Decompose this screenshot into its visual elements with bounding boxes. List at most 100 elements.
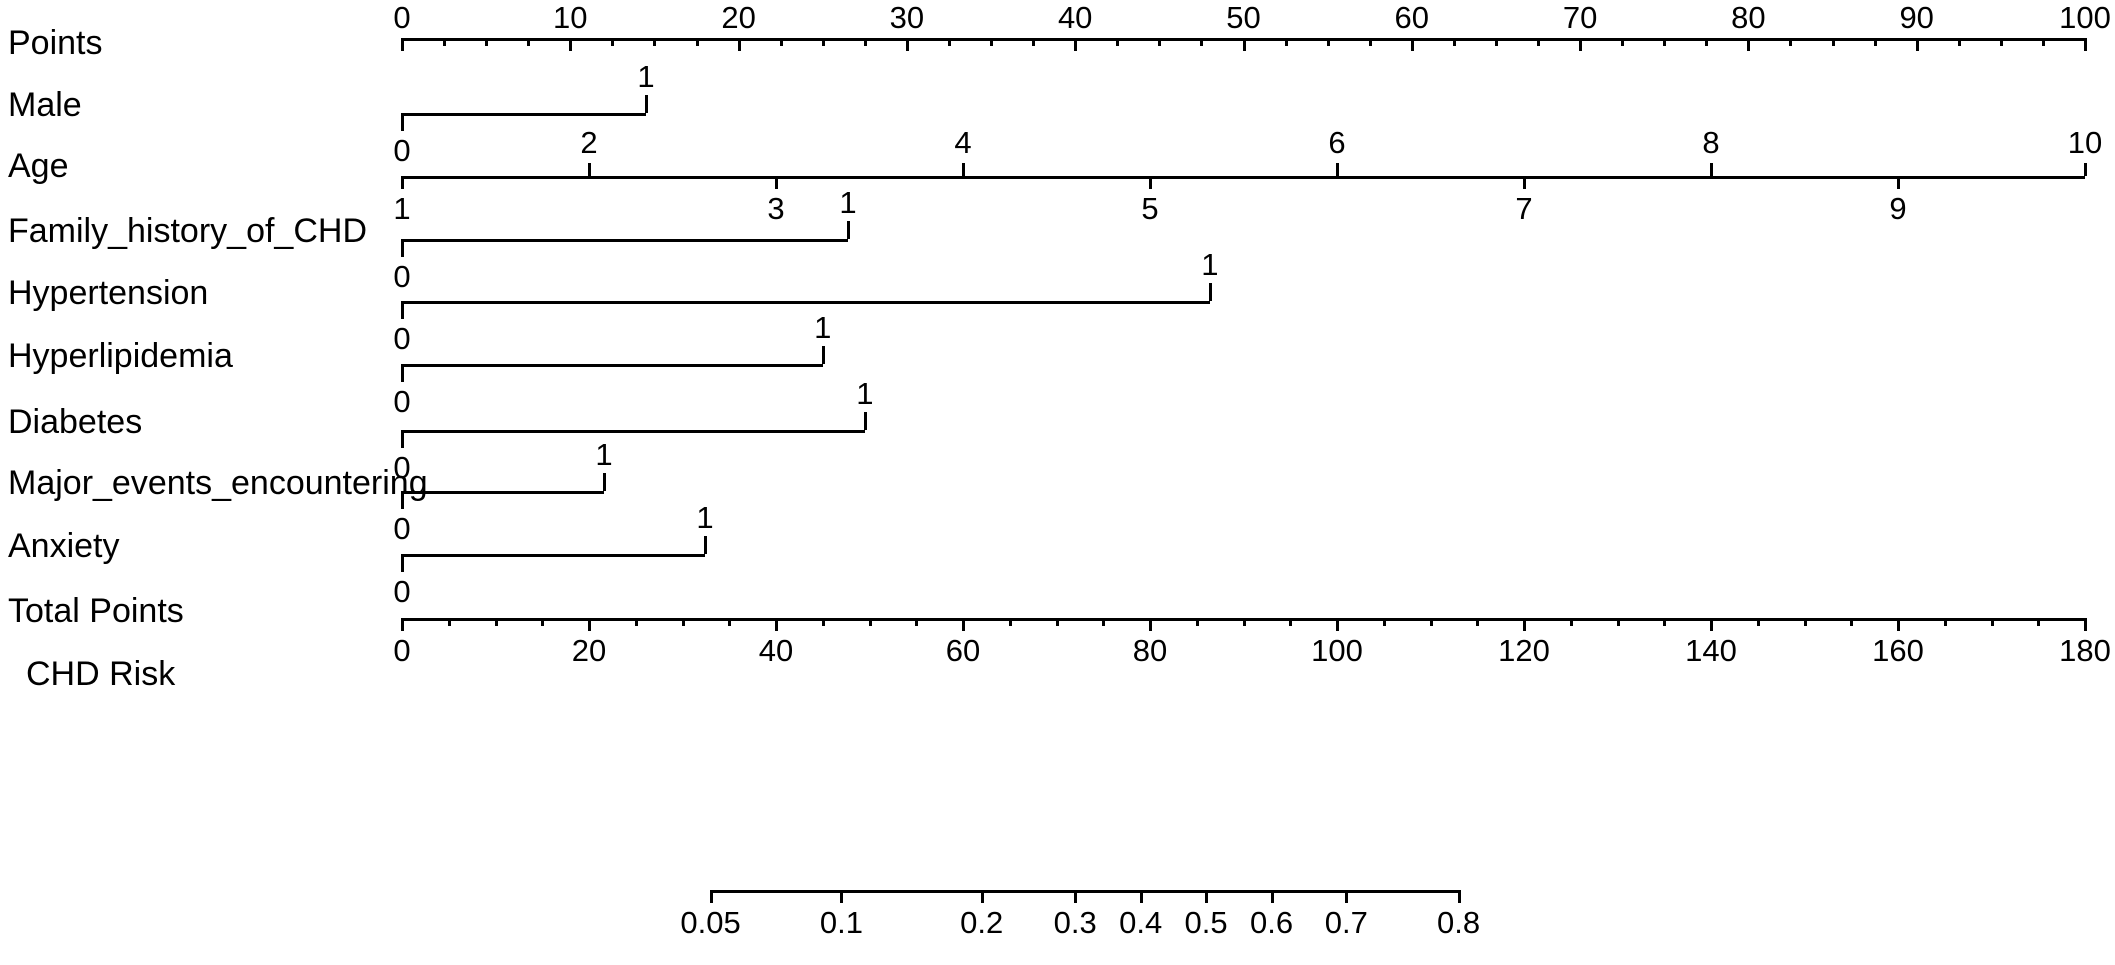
age-axis-tick-label-bottom: 9 [1889, 191, 1907, 226]
bracket-line-diabetes [402, 430, 865, 433]
points-axis-minor-tick [611, 38, 615, 46]
total-points-tick-label: 80 [1132, 633, 1168, 668]
total-points-major-tick [2084, 618, 2087, 631]
bracket-stem-level0 [401, 113, 404, 131]
bin-level-label-0: 0 [393, 321, 411, 356]
total-points-major-tick [775, 618, 778, 631]
points-axis-major-tick [2084, 38, 2087, 51]
bracket-line-major-events-encountering [402, 491, 604, 494]
bracket-stem-level1 [703, 536, 707, 554]
points-axis-minor-tick [1957, 38, 1961, 46]
total-points-minor-tick [1242, 618, 1246, 626]
total-points-minor-tick [1569, 618, 1573, 626]
points-axis-minor-tick [2041, 38, 2045, 46]
points-axis-minor-tick [653, 38, 657, 46]
total-points-minor-tick [681, 618, 685, 626]
points-axis-minor-tick [1789, 38, 1793, 46]
total-points-minor-tick [447, 618, 451, 626]
age-axis-tick-label-bottom: 1 [393, 191, 411, 226]
row-label-male: Male [8, 86, 82, 124]
points-axis-minor-tick [1158, 38, 1162, 46]
total-points-major-tick [962, 618, 965, 631]
total-points-minor-tick [2037, 618, 2041, 626]
total-points-tick-label: 140 [1685, 633, 1737, 668]
total-points-minor-tick [1476, 618, 1480, 626]
chd-risk-tick-label: 0.6 [1249, 905, 1294, 940]
total-points-minor-tick [1382, 618, 1386, 626]
chd-risk-tick-label: 0.05 [680, 905, 741, 940]
total-points-minor-tick [821, 618, 825, 626]
points-axis-minor-tick [1116, 38, 1120, 46]
total-points-minor-tick [1990, 618, 1994, 626]
points-axis-minor-tick [821, 38, 825, 46]
chd-risk-tick-label: 0.4 [1119, 905, 1163, 940]
total-points-tick-label: 40 [758, 633, 794, 668]
row-label-chd-risk: CHD Risk [26, 655, 176, 693]
total-points-minor-tick [494, 618, 498, 626]
total-points-major-tick [1523, 618, 1526, 631]
chd-risk-tick-label: 0.2 [960, 905, 1004, 940]
chd-risk-tick [980, 890, 984, 903]
total-points-tick-label: 120 [1498, 633, 1550, 668]
bracket-line-hypertension [402, 301, 1210, 304]
age-axis-tick-label-bottom: 5 [1141, 191, 1159, 226]
bracket-stem-level0 [401, 239, 404, 257]
total-points-tick-label: 0 [393, 633, 411, 668]
age-axis-tick-bottom [775, 176, 778, 189]
bracket-stem-level1 [1208, 283, 1212, 301]
points-axis-minor-tick [1873, 38, 1877, 46]
points-axis-tick-label: 20 [721, 0, 756, 35]
total-points-minor-tick [1055, 618, 1059, 626]
points-axis-minor-tick [947, 38, 951, 46]
bracket-stem-level1 [846, 221, 850, 239]
age-axis-tick-label-top: 4 [954, 125, 972, 160]
age-axis-tick-bottom [401, 176, 404, 189]
points-axis-minor-tick [1663, 38, 1667, 46]
points-axis-minor-tick [1368, 38, 1372, 46]
chd-risk-tick [1457, 890, 1461, 903]
total-points-minor-tick [1943, 618, 1947, 626]
total-points-minor-tick [1195, 618, 1199, 626]
points-axis-major-tick [737, 38, 741, 51]
bracket-stem-level0 [401, 364, 404, 382]
total-points-minor-tick [1756, 618, 1760, 626]
total-points-tick-label: 60 [945, 633, 981, 668]
total-points-minor-tick [915, 618, 919, 626]
total-points-major-tick [1149, 618, 1152, 631]
points-axis-tick-label: 30 [889, 0, 925, 35]
bin-level-label-0: 0 [393, 384, 411, 419]
points-axis-minor-tick [779, 38, 783, 46]
points-axis-major-tick [1074, 38, 1078, 51]
nomogram-figure: Points 0 10 20 30 40 50 60 70 80 90 100 Male 1 0 Age 1 3 5… [0, 0, 2115, 965]
points-axis-major-tick [905, 38, 909, 51]
points-axis-tick-label: 10 [553, 0, 588, 35]
chd-risk-tick [840, 890, 844, 903]
points-axis-minor-tick [1494, 38, 1498, 46]
total-points-minor-tick [868, 618, 872, 626]
chd-risk-tick-label: 0.5 [1184, 905, 1228, 940]
age-axis-tick-bottom [1523, 176, 1526, 189]
points-axis-minor-tick [1537, 38, 1541, 46]
total-points-minor-tick [634, 618, 638, 626]
points-axis-tick-label: 60 [1394, 0, 1430, 35]
bin-level-label-0: 0 [393, 259, 411, 294]
bracket-stem-level0 [401, 301, 404, 319]
points-axis-tick-label: 0 [393, 0, 411, 35]
points-axis-minor-tick [990, 38, 994, 46]
age-axis-line [402, 176, 2085, 179]
age-axis-tick-label-bottom: 3 [767, 191, 785, 226]
chd-risk-tick [1270, 890, 1274, 903]
total-points-minor-tick [1429, 618, 1433, 626]
chd-risk-tick [709, 890, 713, 903]
points-axis-minor-tick [1831, 38, 1835, 46]
points-axis-tick-label: 80 [1731, 0, 1766, 35]
points-axis-major-tick [569, 38, 573, 51]
total-points-minor-tick [1102, 618, 1106, 626]
bin-level-label-0: 0 [393, 511, 411, 546]
bracket-stem-level1 [863, 412, 867, 430]
bracket-stem-level0 [401, 430, 404, 448]
points-axis-major-tick [1579, 38, 1583, 51]
age-axis-tick-bottom [1897, 176, 1900, 189]
total-points-major-tick [1897, 618, 1900, 631]
points-axis-tick-label: 50 [1226, 0, 1261, 35]
